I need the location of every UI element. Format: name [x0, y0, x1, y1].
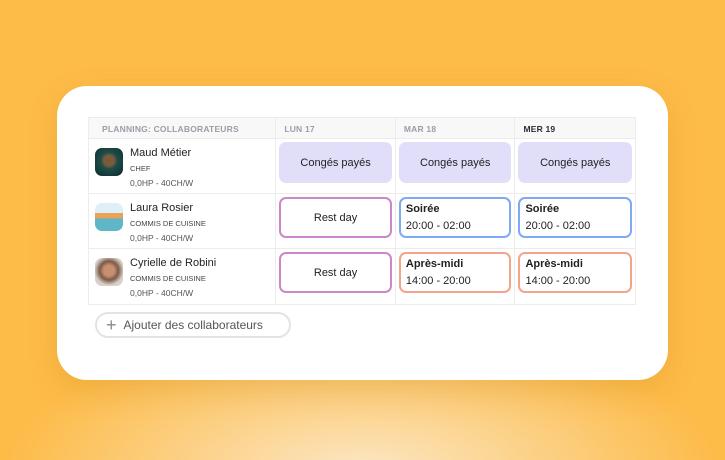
planning-table: PLANNING: COLLABORATEURS LUN 17 MAR 18 M… — [88, 117, 636, 305]
shift-label: Après-midi — [405, 258, 464, 270]
collaborator-name: Maud Métier — [130, 147, 192, 159]
collaborator-role: COMMIS DE CUISINE — [130, 274, 206, 283]
collaborator-name: Laura Rosier — [130, 202, 193, 214]
collaborator-hours: 0,0HP - 40CH/W — [130, 233, 194, 243]
shift-label: Rest day — [313, 266, 358, 279]
shift-block[interactable]: Soirée 20:00 - 02:00 — [398, 197, 512, 238]
avatar — [95, 203, 123, 231]
collaborator-hours: 0,0HP - 40CH/W — [130, 288, 194, 298]
header-day-active[interactable]: MER 19 — [515, 118, 635, 138]
collaborator[interactable]: Cyrielle de Robini COMMIS DE CUISINE 0,0… — [89, 249, 275, 298]
shift-label: Soirée — [525, 203, 560, 215]
shift-label: Congés payés — [300, 156, 371, 169]
shift-label: Congés payés — [540, 156, 611, 169]
table-row: Cyrielle de Robini COMMIS DE CUISINE 0,0… — [89, 249, 635, 304]
shift-time: 14:00 - 20:00 — [525, 275, 591, 287]
plus-icon: + — [106, 315, 117, 335]
collaborator-hours: 0,0HP - 40CH/W — [130, 178, 194, 188]
collaborator[interactable]: Laura Rosier COMMIS DE CUISINE 0,0HP - 4… — [89, 194, 275, 243]
collaborator-name: Cyrielle de Robini — [130, 257, 217, 269]
shift-label: Soirée — [405, 203, 440, 215]
shift-leave[interactable]: Congés payés — [398, 142, 512, 183]
header-collaborators: PLANNING: COLLABORATEURS — [89, 118, 277, 138]
shift-leave[interactable]: Congés payés — [279, 142, 392, 183]
shift-time: 14:00 - 20:00 — [405, 275, 471, 287]
shift-time: 20:00 - 02:00 — [405, 220, 471, 232]
shift-rest[interactable]: Rest day — [279, 252, 392, 293]
collaborator-role: CHEF — [130, 164, 151, 173]
shift-rest[interactable]: Rest day — [279, 197, 392, 238]
shift-leave[interactable]: Congés payés — [518, 142, 633, 183]
avatar — [95, 148, 123, 176]
shift-label: Congés payés — [420, 156, 491, 169]
shift-block[interactable]: Après-midi 14:00 - 20:00 — [398, 252, 512, 293]
shift-label: Après-midi — [525, 258, 583, 270]
shift-block[interactable]: Après-midi 14:00 - 20:00 — [518, 252, 633, 293]
planning-card: PLANNING: COLLABORATEURS LUN 17 MAR 18 M… — [57, 86, 668, 380]
collaborator[interactable]: Maud Métier CHEF 0,0HP - 40CH/W — [89, 139, 275, 188]
shift-label: Rest day — [313, 211, 358, 224]
avatar — [95, 258, 123, 286]
header-day[interactable]: MAR 18 — [396, 118, 516, 138]
table-row: Maud Métier CHEF 0,0HP - 40CH/W Congés pa… — [89, 139, 635, 194]
shift-time: 20:00 - 02:00 — [525, 220, 591, 232]
header-day[interactable]: LUN 17 — [276, 118, 396, 138]
shift-block[interactable]: Soirée 20:00 - 02:00 — [518, 197, 633, 238]
collaborator-role: COMMIS DE CUISINE — [130, 219, 206, 228]
table-row: Laura Rosier COMMIS DE CUISINE 0,0HP - 4… — [89, 194, 635, 249]
add-collaborators-button[interactable]: + Ajouter des collaborateurs — [95, 312, 291, 338]
add-collaborators-label: Ajouter des collaborateurs — [123, 318, 263, 332]
table-header: PLANNING: COLLABORATEURS LUN 17 MAR 18 M… — [89, 118, 635, 139]
